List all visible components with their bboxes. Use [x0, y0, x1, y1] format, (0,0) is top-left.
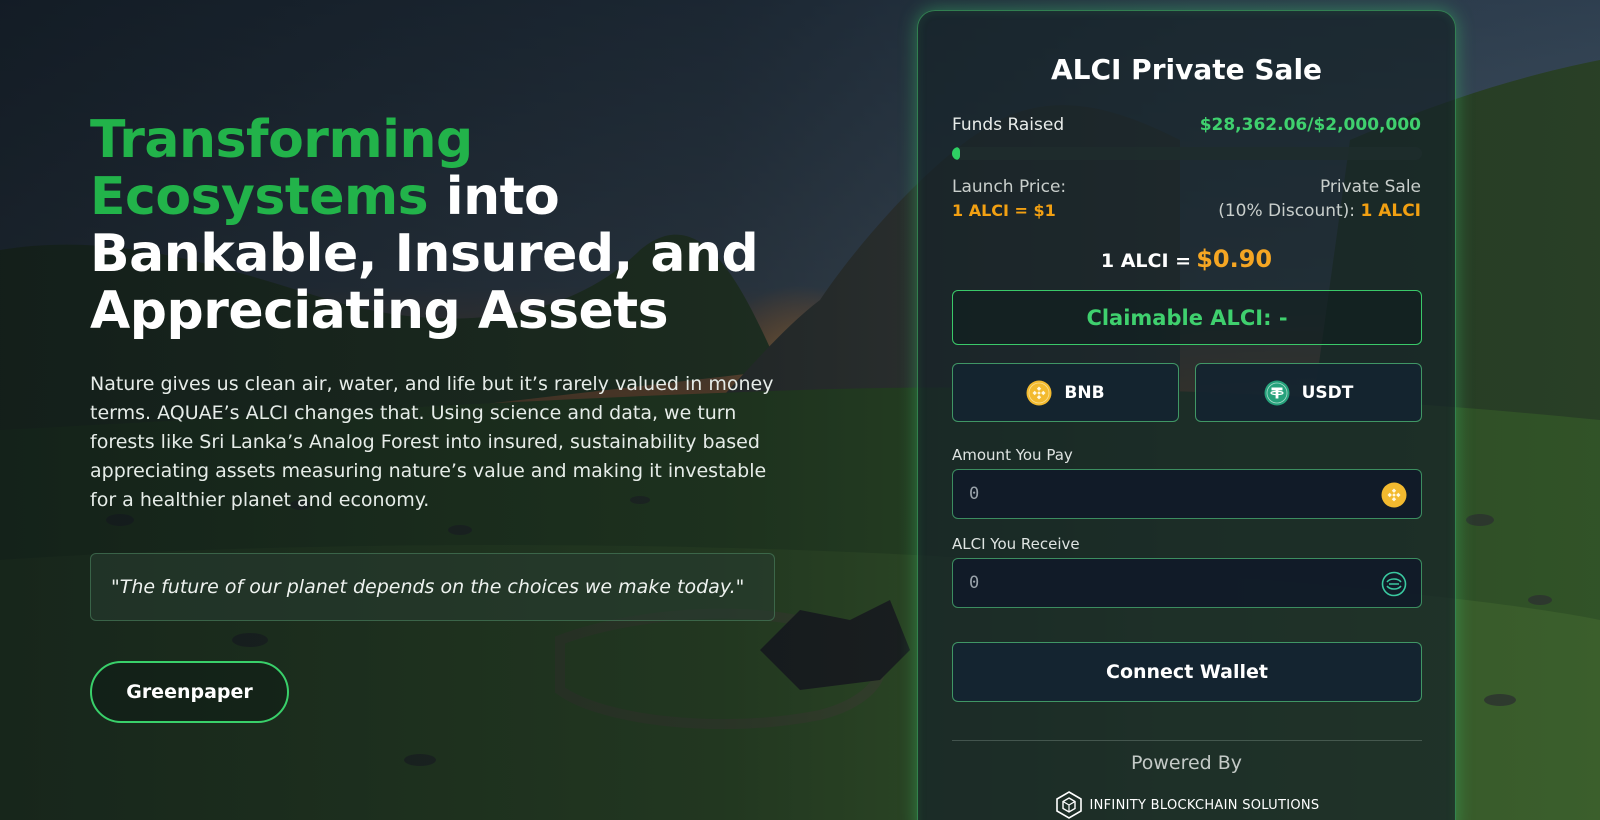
bnb-label: BNB [1064, 382, 1105, 403]
usdt-button[interactable]: USDT [1195, 363, 1422, 422]
amount-pay-field [952, 469, 1422, 519]
bnb-button[interactable]: BNB [952, 363, 1179, 422]
hero-title-accent-1: Transforming [90, 110, 473, 170]
private-sale-discount: (10% Discount): 1 ALCI [1218, 201, 1421, 221]
powered-by-brand: INFINITY BLOCKCHAIN SOLUTIONS [918, 790, 1455, 820]
alci-receive-field [952, 558, 1422, 608]
connect-wallet-button[interactable]: Connect Wallet [952, 642, 1422, 702]
funds-raised-value: $28,362.06/$2,000,000 [1199, 115, 1421, 135]
funds-progress-fill [952, 147, 961, 160]
infinity-blockchain-logo-icon [1055, 791, 1082, 819]
alci-receive-input[interactable] [953, 559, 1421, 607]
powered-by-label: Powered By [1130, 752, 1243, 774]
hero-title-plain-2: Bankable, Insured, and [90, 224, 759, 284]
brand-name: INFINITY BLOCKCHAIN SOLUTIONS [1089, 797, 1320, 813]
exchange-rate: 1 ALCI = $0.90 [918, 245, 1455, 273]
amount-pay-input[interactable] [953, 470, 1421, 518]
hero-section: Transforming Ecosystems into Bankable, I… [90, 112, 790, 515]
usdt-label: USDT [1301, 382, 1354, 403]
hero-description: Nature gives us clean air, water, and li… [90, 373, 774, 511]
greenpaper-button[interactable]: Greenpaper [90, 661, 289, 723]
card-divider [952, 740, 1422, 741]
private-sale-label: Private Sale [1319, 177, 1421, 197]
rate-value: $0.90 [1196, 245, 1273, 273]
private-sale-discount-text: (10% Discount): [1218, 201, 1356, 221]
hero-title-accent-2: Ecosystems [90, 167, 429, 227]
hero-title-plain-3: Appreciating Assets [90, 281, 669, 341]
quote-box: "The future of our planet depends on the… [90, 553, 775, 621]
alci-receive-label: ALCI You Receive [952, 535, 1080, 553]
hero-title: Transforming Ecosystems into Bankable, I… [90, 112, 790, 340]
launch-price-value: 1 ALCI = $1 [952, 201, 1056, 220]
claimable-alci: Claimable ALCI: - [952, 290, 1422, 345]
funds-progress-bar [952, 147, 1422, 160]
funds-raised-label: Funds Raised [952, 115, 1065, 135]
private-sale-value: 1 ALCI [1360, 201, 1421, 221]
bnb-coin-icon [1381, 482, 1407, 508]
sale-title: ALCI Private Sale [1050, 53, 1323, 86]
quote-text: "The future of our planet depends on the… [111, 576, 745, 598]
hero-title-plain-1: into [428, 167, 560, 227]
bnb-coin-icon [1026, 380, 1052, 405]
rate-prefix: 1 ALCI = [1100, 250, 1192, 272]
launch-price-label: Launch Price: [952, 177, 1067, 197]
amount-pay-label: Amount You Pay [952, 446, 1073, 464]
alci-token-icon [1381, 571, 1407, 597]
private-sale-card: ALCI Private Sale Funds Raised $28,362.0… [917, 10, 1456, 820]
usdt-coin-icon [1264, 380, 1290, 405]
